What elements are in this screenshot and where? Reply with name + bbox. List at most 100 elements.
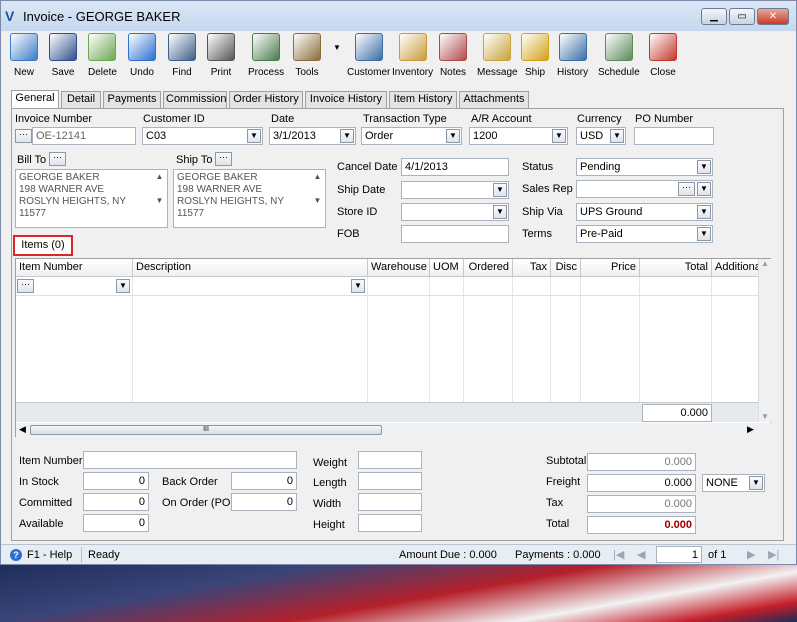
chevron-down-icon[interactable]: ▼ [552,129,566,143]
toolbar-print-button[interactable]: Print [207,33,235,78]
ship-date-picker[interactable]: ▼ [401,181,509,199]
help-icon[interactable]: ? [10,549,22,561]
toolbar-process-button[interactable]: Process [248,33,284,78]
page-number-field[interactable]: 1 [656,546,702,563]
toolbar: New Save Delete Undo Find Print Process Tools Cu… [1,31,796,83]
column-header-description[interactable]: Description [133,259,368,277]
chevron-down-icon[interactable]: ▼ [247,129,261,143]
prev-page-icon[interactable]: ◀ [637,548,645,561]
fob-field[interactable] [401,225,509,243]
freight-type-select[interactable]: NONE ▼ [702,474,765,492]
grid-vertical-scrollbar[interactable]: ▲ ▼ [758,259,771,422]
grid-horizontal-scrollbar[interactable]: ◀ III ▶ [16,423,771,437]
ship-to-edit-button[interactable]: ··· [215,152,232,166]
status-select[interactable]: Pending ▼ [576,158,713,176]
toolbar-ship-button[interactable]: Ship [521,33,549,78]
ship-to-address[interactable]: ▲ ▼ GEORGE BAKER 198 WARNER AVE ROSLYN HEIGH… [173,169,326,228]
width-field[interactable] [358,493,422,511]
height-field[interactable] [358,514,422,532]
terms-label: Terms [522,228,552,240]
tab-item-history[interactable]: Item History [389,91,457,108]
minimize-button[interactable]: ▁ [701,8,727,25]
ar-account-select[interactable]: 1200 ▼ [469,127,568,145]
help-label[interactable]: F1 - Help [27,549,72,561]
tab-invoice-history[interactable]: Invoice History [305,91,387,108]
toolbar-history-button[interactable]: History [557,33,588,78]
forklift-icon [521,33,549,61]
sales-rep-select[interactable]: ··· ▼ [576,180,713,198]
person-icon [354,33,383,61]
date-picker[interactable]: 3/1/2013 ▼ [269,127,356,145]
toolbar-message-button[interactable]: Message [477,33,518,78]
chevron-down-icon[interactable]: ▼ [697,160,711,174]
toolbar-notes-button[interactable]: Notes [439,33,467,78]
column-header-tax[interactable]: Tax [513,259,551,277]
last-page-icon[interactable]: ▶| [768,548,779,561]
toolbar-find-button[interactable]: Find [168,33,196,78]
chevron-down-icon[interactable]: ▼ [493,205,507,219]
currency-select[interactable]: USD ▼ [576,127,626,145]
cancel-date-field[interactable]: 4/1/2013 [401,158,509,176]
history-person-icon [558,33,587,61]
maximize-button[interactable]: ▭ [729,8,755,25]
chevron-down-icon[interactable]: ▼ [340,129,354,143]
tab-detail[interactable]: Detail [61,91,101,108]
toolbar-inventory-button[interactable]: Inventory [392,33,433,78]
invoice-number-field[interactable]: OE-12141 [32,127,136,145]
item-number-field[interactable] [83,451,297,469]
scrollbar[interactable]: ▲ ▼ [153,171,166,226]
column-header-price[interactable]: Price [581,259,640,277]
column-header-ordered[interactable]: Ordered [464,259,513,277]
chevron-down-icon[interactable]: ▼ [446,129,460,143]
chevron-down-icon[interactable]: ▼ [697,227,711,241]
tab-attachments[interactable]: Attachments [459,91,529,108]
invoice-lookup-button[interactable]: ··· [15,129,32,143]
chevron-down-icon[interactable]: ▼ [493,183,507,197]
column-header-additiona[interactable]: Additiona [712,259,760,277]
terms-select[interactable]: Pre-Paid ▼ [576,225,713,243]
horizontal-scroll-thumb[interactable]: III [30,425,382,435]
length-field[interactable] [358,472,422,490]
customer-id-select[interactable]: C03 ▼ [142,127,263,145]
close-window-button[interactable]: ✕ [757,8,789,25]
column-header-disc[interactable]: Disc [551,259,581,277]
tab-general[interactable]: General [11,90,59,108]
column-header-warehouse[interactable]: Warehouse [368,259,430,277]
first-page-icon[interactable]: |◀ [613,548,624,561]
next-page-icon[interactable]: ▶ [747,548,755,561]
column-header-total[interactable]: Total [640,259,712,277]
column-header-item-number[interactable]: Item Number [16,259,133,277]
toolbar-save-button[interactable]: Save [49,33,77,78]
toolbar-customer-button[interactable]: Customer [347,33,390,78]
tab-order-history[interactable]: Order History [229,91,303,108]
chevron-down-icon[interactable]: ▼ [697,205,711,219]
transaction-type-select[interactable]: Order ▼ [361,127,462,145]
column-header-uom[interactable]: UOM [430,259,464,277]
toolbar-close-button[interactable]: Close [649,33,677,78]
chevron-down-icon[interactable]: ▼ [749,476,763,490]
tools-dropdown-chevron-icon[interactable]: ▼ [333,43,341,52]
tab-payments[interactable]: Payments [103,91,161,108]
store-id-select[interactable]: ▼ [401,203,509,221]
toolbar-delete-button[interactable]: Delete [88,33,117,78]
item-lookup-button[interactable]: ··· [17,279,34,293]
bill-to-edit-button[interactable]: ··· [49,152,66,166]
po-number-field[interactable] [634,127,714,145]
tab-commission[interactable]: Commission [163,91,227,108]
items-tab[interactable]: Items (0) [13,235,73,256]
chevron-down-icon[interactable]: ▼ [697,182,711,196]
ship-via-select[interactable]: UPS Ground ▼ [576,203,713,221]
toolbar-tools-button[interactable]: Tools [293,33,321,78]
toolbar-schedule-button[interactable]: Schedule [598,33,640,78]
description-dropdown-chevron-icon[interactable]: ▼ [351,279,365,293]
weight-field[interactable] [358,451,422,469]
bill-to-address[interactable]: ▲ ▼ GEORGE BAKER 198 WARNER AVE ROSLYN HEIGH… [15,169,168,228]
toolbar-new-button[interactable]: New [10,33,38,78]
chevron-down-icon[interactable]: ▼ [610,129,624,143]
toolbar-undo-button[interactable]: Undo [128,33,156,78]
scrollbar[interactable]: ▲ ▼ [311,171,324,226]
freight-field[interactable]: 0.000 [587,474,696,492]
sales-rep-lookup-button[interactable]: ··· [678,182,695,196]
item-dropdown-chevron-icon[interactable]: ▼ [116,279,130,293]
committed-field: 0 [83,493,149,511]
